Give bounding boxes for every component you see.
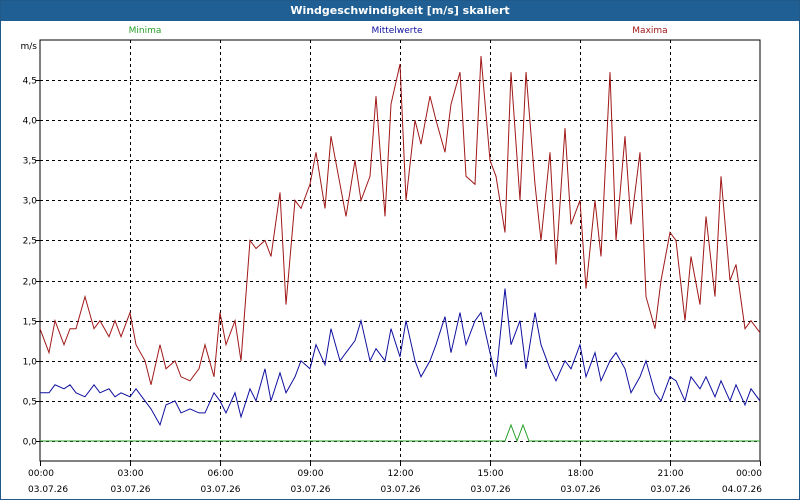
x-tick-time: 00:00: [28, 469, 54, 479]
y-unit-label: m/s: [21, 42, 38, 52]
x-tick-date: 03.07.26: [290, 485, 330, 495]
x-tick-time: 06:00: [208, 469, 234, 479]
x-tick-date: 03.07.26: [650, 485, 690, 495]
x-tick-time: 15:00: [478, 469, 504, 479]
x-tick-date: 03.07.26: [380, 485, 420, 495]
y-tick-label: 2,5: [23, 237, 37, 247]
y-tick-label: 3,0: [23, 197, 38, 207]
y-tick-label: 0,0: [23, 438, 38, 448]
x-tick-date: 03.07.26: [470, 485, 510, 495]
y-tick-label: 4,5: [23, 77, 37, 87]
x-tick-time: 12:00: [388, 469, 414, 479]
series-line-mittelwerte: [40, 288, 760, 427]
grid: [40, 40, 760, 461]
x-tick-date: 03.07.26: [200, 485, 240, 495]
y-tick-label: 4,0: [23, 117, 38, 127]
y-tick-label: 3,5: [23, 157, 37, 167]
x-tick-time: 18:00: [568, 469, 594, 479]
x-tick-date: 04.07.26: [722, 485, 762, 495]
legend-entry-mittelwerte: Mittelwerte: [371, 26, 422, 36]
x-tick-date: 03.07.26: [28, 485, 68, 495]
axis-labels: 0,0 0,5 1,0 1,5 2,0 2,5 3,0 3,5 4,0 4,5 m/s 00:00 03…: [21, 42, 763, 495]
y-tick-label: 1,0: [23, 358, 38, 368]
x-tick-time: 21:00: [658, 469, 684, 479]
y-tick-label: 1,5: [23, 318, 37, 328]
x-tick-date: 03.07.26: [110, 485, 150, 495]
x-tick-time: 00:00: [736, 469, 762, 479]
legend-entry-minima: Minima: [129, 26, 162, 36]
x-tick-time: 03:00: [118, 469, 144, 479]
legend: Minima Mittelwerte Maxima: [129, 26, 668, 36]
y-tick-label: 0,5: [23, 398, 37, 408]
wind-speed-chart: 0,0 0,5 1,0 1,5 2,0 2,5 3,0 3,5 4,0 4,5 m/s 00:00 03…: [21, 26, 763, 495]
x-tick-date: 03.07.26: [560, 485, 600, 495]
axes: [36, 39, 761, 466]
y-tick-label: 2,0: [23, 278, 38, 288]
x-tick-time: 09:00: [298, 469, 324, 479]
legend-entry-maxima: Maxima: [632, 26, 667, 36]
